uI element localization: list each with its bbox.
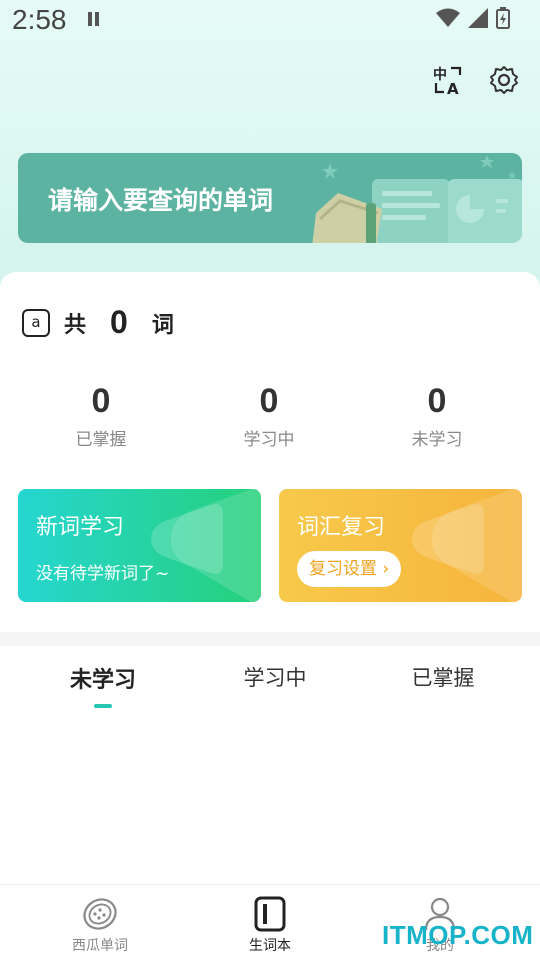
total-prefix: 共 <box>64 312 87 338</box>
new-learning-subtitle: 没有待学新词了~ <box>36 564 170 584</box>
settings-button[interactable] <box>488 64 520 96</box>
total-count: 0 <box>110 304 128 340</box>
word-summary-card: a 共 0 词 0 已掌握 0 学习中 0 未学习 新词学习 没有待学新词了~ … <box>0 272 540 632</box>
stat-label: 学习中 <box>243 430 295 450</box>
tab-unlearned[interactable]: 未学习 <box>28 662 178 694</box>
header-background <box>0 0 540 300</box>
stat-label: 未学习 <box>411 430 463 450</box>
word-book-icon: a <box>22 308 50 337</box>
vocabulary-review-card[interactable]: 词汇复习 复习设置 › <box>279 489 522 602</box>
review-settings-label: 复习设置 <box>309 559 377 579</box>
svg-text:中: 中 <box>433 66 447 83</box>
stat-unlearned: 0 未学习 <box>372 382 502 450</box>
wifi-icon <box>436 8 460 27</box>
stat-value: 0 <box>91 382 111 420</box>
translate-button[interactable]: 中 A <box>432 64 464 96</box>
stat-learning: 0 学习中 <box>204 382 334 450</box>
new-learning-title: 新词学习 <box>36 515 125 540</box>
play-decoration-icon <box>151 489 261 602</box>
media-pause-icon <box>88 12 100 26</box>
tab-learning[interactable]: 学习中 <box>200 662 350 692</box>
nav-item-home[interactable]: 西瓜单词 <box>40 895 160 955</box>
chevron-right-icon: › <box>377 559 390 579</box>
nav-item-notebook[interactable]: 生词本 <box>210 895 330 955</box>
new-word-learning-card[interactable]: 新词学习 没有待学新词了~ <box>18 489 261 602</box>
search-banner[interactable]: 请输入要查询的单词 <box>18 153 522 243</box>
tab-mastered[interactable]: 已掌握 <box>368 662 518 692</box>
battery-icon <box>496 7 510 29</box>
section-divider <box>0 632 540 646</box>
nav-label-notebook: 生词本 <box>249 938 291 954</box>
stat-value: 0 <box>427 382 447 420</box>
translate-icon: 中 A <box>433 66 462 95</box>
notebook-icon <box>254 896 286 932</box>
review-settings-button[interactable]: 复习设置 › <box>297 551 402 587</box>
site-watermark: ITMOP.COM <box>382 920 534 950</box>
book-illustration <box>312 155 522 243</box>
active-tab-indicator <box>94 704 112 708</box>
review-title: 词汇复习 <box>297 515 386 540</box>
stat-mastered: 0 已掌握 <box>36 382 166 450</box>
stat-value: 0 <box>259 382 279 420</box>
word-stats: 0 已掌握 0 学习中 0 未学习 <box>0 382 540 462</box>
total-words-row: a 共 0 词 <box>22 304 174 341</box>
watermelon-icon <box>83 898 117 930</box>
nav-label-home: 西瓜单词 <box>72 938 128 954</box>
total-suffix: 词 <box>151 312 174 338</box>
svg-text:A: A <box>447 80 459 95</box>
status-time: 2:58 <box>12 4 67 35</box>
signal-icon <box>468 8 488 28</box>
word-status-tabs: 未学习 学习中 已掌握 <box>0 646 540 716</box>
status-bar: 2:58 <box>0 0 540 44</box>
search-placeholder: 请输入要查询的单词 <box>48 186 274 215</box>
play-decoration-icon <box>412 489 522 602</box>
stat-label: 已掌握 <box>75 430 127 450</box>
gear-icon <box>490 66 518 94</box>
